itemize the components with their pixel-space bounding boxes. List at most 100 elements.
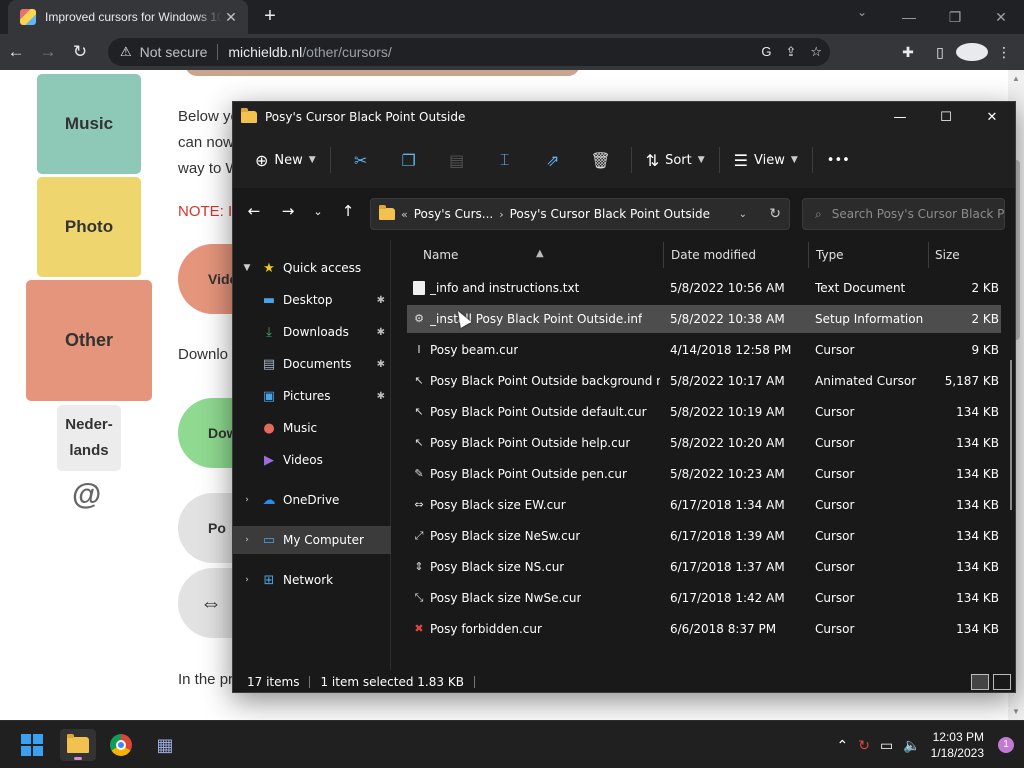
contact-at-icon[interactable]: @ xyxy=(72,478,101,512)
column-divider[interactable] xyxy=(928,242,929,268)
start-button[interactable] xyxy=(16,729,48,761)
security-label[interactable]: Not secure xyxy=(140,44,208,60)
file-row[interactable]: _info and instructions.txt 5/8/2022 10:56… xyxy=(407,274,1001,302)
side-panel-icon[interactable]: ▯ xyxy=(924,44,956,61)
rename-icon[interactable]: ⌶ xyxy=(481,143,529,177)
taskbar-file-explorer[interactable] xyxy=(60,729,96,761)
share-file-icon[interactable]: ⇗ xyxy=(529,143,577,177)
expand-chevron-icon[interactable]: › xyxy=(241,495,253,505)
google-lens-icon[interactable]: G xyxy=(761,44,771,60)
tray-overflow-icon[interactable]: ⌃ xyxy=(836,737,848,754)
address-dropdown-icon[interactable]: ⌄ xyxy=(739,209,747,220)
extensions-puzzle-icon[interactable]: ✚ xyxy=(892,44,924,61)
file-row[interactable]: ⤡ Posy Black size NwSe.cur 6/17/2018 1:42 … xyxy=(407,584,1001,612)
file-row[interactable]: ✎ Posy Black Point Outside pen.cur 5/8/202… xyxy=(407,460,1001,488)
scroll-down-icon[interactable]: ▼ xyxy=(1012,707,1020,716)
explorer-maximize-button[interactable]: ☐ xyxy=(923,102,969,132)
tab-search-icon[interactable]: ⌄ xyxy=(850,5,874,19)
up-folder-icon[interactable]: ↑ xyxy=(335,202,361,220)
nav-pictures[interactable]: ▣ Pictures ✱ xyxy=(233,382,391,410)
file-row[interactable]: ↖ Posy Black Point Outside help.cur 5/8/20… xyxy=(407,429,1001,457)
vertical-scrollbar[interactable] xyxy=(1010,360,1012,510)
explorer-titlebar[interactable]: Posy's Cursor Black Point Outside — ☐ ✕ xyxy=(233,102,1015,132)
copy-icon[interactable]: ❐ xyxy=(385,143,433,177)
scroll-up-icon[interactable]: ▲ xyxy=(1012,74,1020,83)
explorer-back-icon[interactable]: ← xyxy=(241,202,267,220)
nav-other-button[interactable]: Other xyxy=(26,280,152,401)
breadcrumb-parent[interactable]: Posy's Curs... xyxy=(414,207,493,221)
taskbar-chrome[interactable] xyxy=(105,729,137,761)
file-row[interactable]: ↖ Posy Black Point Outside default.cur 5/8… xyxy=(407,398,1001,426)
expand-chevron-icon[interactable]: › xyxy=(241,575,253,585)
browser-tab[interactable]: Improved cursors for Windows 10 ✕ xyxy=(8,0,248,34)
display-icon[interactable]: ▭ xyxy=(880,737,893,754)
view-button[interactable]: ☰ View ▼ xyxy=(726,143,806,177)
file-row[interactable]: ✖ Posy forbidden.cur 6/6/2018 8:37 PM Curso… xyxy=(407,615,1001,643)
column-size[interactable]: Size xyxy=(935,248,960,262)
file-row[interactable]: ⚙ _install Posy Black Point Outside.inf 5/… xyxy=(407,305,1001,333)
expand-chevron-icon[interactable]: ▼ xyxy=(241,263,253,273)
more-options-button[interactable]: ••• xyxy=(819,143,858,177)
breadcrumb-current[interactable]: Posy's Cursor Black Point Outside xyxy=(510,207,710,221)
reload-icon[interactable]: ↻ xyxy=(64,38,96,66)
new-button[interactable]: ⊕ New ▼ xyxy=(247,143,324,177)
back-icon[interactable]: ← xyxy=(0,38,32,66)
file-row[interactable]: ⤢ Posy Black size NeSw.cur 6/17/2018 1:39 … xyxy=(407,522,1001,550)
nav-photo-button[interactable]: Photo xyxy=(37,177,141,277)
tiles-view-icon[interactable] xyxy=(993,674,1011,690)
nav-quick-access[interactable]: ▼ ★ Quick access xyxy=(233,254,391,282)
file-row[interactable]: ⇔ Posy Black size EW.cur 6/17/2018 1:34 AM… xyxy=(407,491,1001,519)
taskbar-app[interactable]: ▦ xyxy=(149,729,181,761)
address-bar[interactable]: ⚠ Not secure michieldb.nl /other/cursors… xyxy=(108,38,830,66)
refresh-icon[interactable]: ↻ xyxy=(769,206,781,222)
notification-badge[interactable]: 1 xyxy=(998,737,1014,753)
nav-onedrive[interactable]: › ☁ OneDrive xyxy=(233,486,391,514)
nav-network[interactable]: › ⊞ Network xyxy=(233,566,391,594)
nav-downloads[interactable]: ⤓ Downloads ✱ xyxy=(233,318,391,346)
breadcrumb-overflow[interactable]: « xyxy=(401,208,408,221)
column-divider[interactable] xyxy=(808,242,809,268)
column-type[interactable]: Type xyxy=(816,248,844,262)
cut-icon[interactable]: ✂ xyxy=(337,143,385,177)
sync-icon[interactable]: ↻ xyxy=(858,737,870,754)
paste-icon[interactable]: ▤ xyxy=(433,143,481,177)
explorer-minimize-button[interactable]: — xyxy=(877,102,923,132)
file-row[interactable]: I Posy beam.cur 4/14/2018 12:58 PM Cursor 9 … xyxy=(407,336,1001,364)
nav-music[interactable]: ● Music xyxy=(233,414,391,442)
nav-videos[interactable]: ▶ Videos xyxy=(233,446,391,474)
breadcrumb-separator-icon[interactable]: › xyxy=(499,208,503,221)
nav-desktop[interactable]: ▬ Desktop ✱ xyxy=(233,286,391,314)
close-button[interactable]: ✕ xyxy=(978,0,1024,34)
new-tab-button[interactable]: + xyxy=(258,5,282,29)
nav-nederlands-button[interactable]: Neder-lands xyxy=(57,405,121,471)
forward-icon[interactable]: → xyxy=(32,38,64,66)
nav-documents[interactable]: ▤ Documents ✱ xyxy=(233,350,391,378)
explorer-forward-icon[interactable]: → xyxy=(275,202,301,220)
file-row[interactable]: ⇕ Posy Black size NS.cur 6/17/2018 1:37 AM… xyxy=(407,553,1001,581)
nav-label: Quick access xyxy=(283,261,362,275)
explorer-close-button[interactable]: ✕ xyxy=(969,102,1015,132)
column-name[interactable]: Name xyxy=(423,248,458,262)
profile-icon[interactable]: ● xyxy=(956,43,988,61)
minimize-button[interactable]: — xyxy=(886,0,932,34)
bookmark-star-icon[interactable]: ☆ xyxy=(810,44,822,60)
delete-icon[interactable]: 🗑 xyxy=(577,143,625,177)
browser-menu-icon[interactable]: ⋮ xyxy=(988,44,1020,61)
column-divider[interactable] xyxy=(663,242,664,268)
nav-music-button[interactable]: Music xyxy=(37,74,141,174)
tab-close-icon[interactable]: ✕ xyxy=(222,9,240,26)
details-view-icon[interactable] xyxy=(971,674,989,690)
clock[interactable]: 12:03 PM 1/18/2023 xyxy=(931,729,984,761)
nav-my-computer[interactable]: › ▭ My Computer xyxy=(233,526,391,554)
file-row[interactable]: ↖ Posy Black Point Outside background m..… xyxy=(407,367,1001,395)
share-icon[interactable]: ⇪ xyxy=(785,44,796,60)
explorer-search-input[interactable]: ⌕ Search Posy's Cursor Black P... xyxy=(802,198,1005,230)
recent-locations-icon[interactable]: ⌄ xyxy=(305,205,331,218)
expand-chevron-icon[interactable]: › xyxy=(241,535,253,545)
warning-icon[interactable]: ⚠ xyxy=(120,44,132,60)
volume-icon[interactable]: 🔈 xyxy=(903,737,920,754)
column-date[interactable]: Date modified xyxy=(671,248,756,262)
sort-button[interactable]: ⇅ Sort ▼ xyxy=(638,143,713,177)
restore-button[interactable]: ❐ xyxy=(932,0,978,34)
explorer-address-bar[interactable]: « Posy's Curs... › Posy's Cursor Black P… xyxy=(370,198,790,230)
